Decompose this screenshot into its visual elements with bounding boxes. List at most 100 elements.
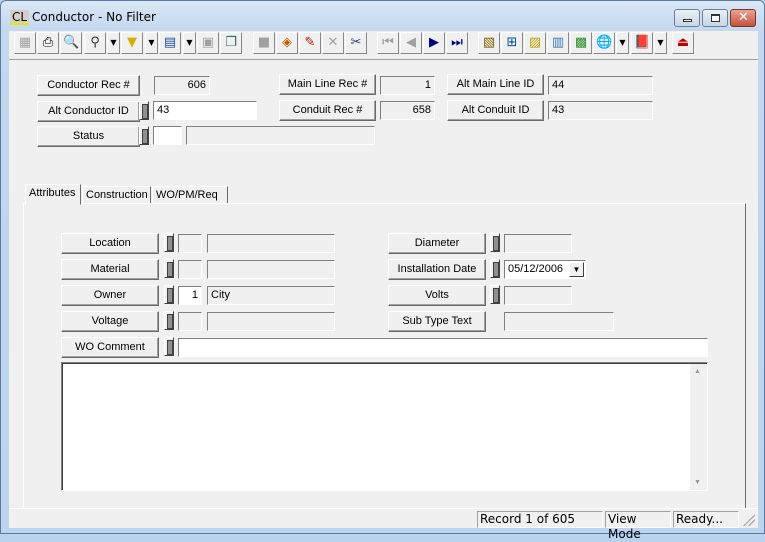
voltage-lock-handle[interactable]	[164, 311, 174, 330]
voltage-button[interactable]: Voltage	[61, 311, 159, 332]
chevron-down-icon: ▼	[619, 38, 626, 47]
previous-record-icon: ◀	[406, 35, 416, 50]
alt-conduit-id-button[interactable]: Alt Conduit ID	[447, 100, 544, 121]
wo-comment-input[interactable]	[178, 338, 708, 357]
client-area: ▦ ⎙ 🔍 ⚲ ▼ ▼ ▼ ▤ ▼ ▣ ❐ ■ ◈ ✎ ✕ ✂ ⏮ ◀ ▶ ⏭ ▧ ⊞ ▨ ▥ ▩ 🌐 ▼ 📕 ▼ ⏏ Conductor…	[9, 31, 758, 541]
material-lock-handle[interactable]	[164, 259, 174, 278]
copy-button[interactable]: ❐	[220, 32, 242, 54]
conductor-rec-button[interactable]: Conductor Rec #	[37, 75, 140, 96]
resize-grip-icon[interactable]	[743, 514, 755, 526]
add-button[interactable]: ◈	[276, 32, 298, 54]
main-line-rec-button[interactable]: Main Line Rec #	[279, 74, 376, 95]
volts-lock-handle[interactable]	[490, 285, 500, 304]
save-button[interactable]: ■	[253, 32, 275, 54]
last-button[interactable]: ⏭	[446, 32, 468, 54]
status-lock-handle[interactable]	[139, 126, 149, 145]
material-code[interactable]	[178, 260, 202, 279]
map-chart-button[interactable]: ▩	[570, 32, 592, 54]
alt-conductor-id-lock-handle[interactable]	[139, 101, 149, 120]
conduit-rec-button[interactable]: Conduit Rec #	[279, 100, 376, 121]
memo-vertical-scrollbar[interactable]: ▲ ▼	[690, 364, 707, 490]
calculator-button[interactable]: ▥	[547, 32, 569, 54]
close-icon: ✕	[738, 10, 749, 25]
conductor-window: CL Conductor - No Filter ✕ ▦ ⎙ 🔍 ⚲ ▼ ▼ ▼ ▤ ▼ ▣ ❐ ■ ◈…	[0, 0, 765, 541]
scissors-icon: ✂	[350, 35, 362, 50]
location-lock-handle[interactable]	[164, 233, 174, 252]
installation-date-button[interactable]: Installation Date	[388, 259, 486, 280]
diameter-lock-handle[interactable]	[490, 233, 500, 252]
tab-wo-pm-req[interactable]: WO/PM/Req	[152, 186, 228, 204]
print-preview-button[interactable]: 🔍	[60, 32, 82, 54]
status-code-input[interactable]	[153, 126, 182, 145]
status-mode: View Mode	[605, 511, 671, 541]
find-button[interactable]: ⚲	[84, 32, 106, 54]
alt-main-line-id-button[interactable]: Alt Main Line ID	[447, 74, 544, 95]
volts-button[interactable]: Volts	[388, 285, 486, 306]
edit-button[interactable]: ✎	[299, 32, 321, 54]
scroll-down-icon[interactable]: ▼	[694, 479, 701, 486]
material-description	[207, 260, 335, 279]
tab-construction[interactable]: Construction	[82, 186, 151, 204]
close-button[interactable]: ✕	[730, 9, 756, 27]
tab-attributes[interactable]: Attributes	[25, 184, 81, 205]
last-record-icon: ⏭	[451, 35, 463, 50]
wo-comment-lock-handle[interactable]	[164, 337, 174, 356]
material-button[interactable]: Material	[61, 259, 159, 280]
report-button[interactable]: ▤	[159, 32, 181, 54]
equipment-button[interactable]: ▨	[524, 32, 546, 54]
sub-type-text-button[interactable]: Sub Type Text	[388, 311, 486, 332]
related-records-button[interactable]: ▧	[478, 32, 500, 54]
chevron-down-icon: ▼	[148, 38, 155, 47]
owner-button[interactable]: Owner	[61, 285, 159, 306]
location-description	[207, 234, 335, 253]
help-book-dropdown-button[interactable]: ▼	[654, 32, 667, 54]
alt-conductor-id-button[interactable]: Alt Conductor ID	[37, 101, 140, 122]
installation-date-lock-handle[interactable]	[490, 259, 500, 278]
alt-conduit-id-value: 43	[548, 101, 653, 120]
report-dropdown-button[interactable]: ▼	[183, 32, 196, 54]
location-code[interactable]	[178, 234, 202, 253]
view-grid-button[interactable]: ▦	[14, 32, 36, 54]
first-button[interactable]: ⏮	[377, 32, 399, 54]
calculator-icon: ▥	[551, 35, 565, 50]
properties-button[interactable]: ▣	[197, 32, 219, 54]
status-record-count: Record 1 of 605	[477, 511, 603, 528]
wo-comment-button[interactable]: WO Comment	[61, 337, 159, 358]
delete-button[interactable]: ✕	[322, 32, 344, 54]
hierarchy-button[interactable]: ⊞	[501, 32, 523, 54]
magnifier-icon: 🔍	[63, 35, 80, 50]
find-dropdown-button[interactable]: ▼	[107, 32, 120, 54]
record-form: Conductor Rec # 606 Main Line Rec # 1 Al…	[9, 59, 758, 528]
location-button[interactable]: Location	[61, 233, 159, 254]
diameter-value[interactable]	[504, 234, 572, 253]
maximize-button[interactable]	[702, 9, 728, 27]
chevron-down-icon[interactable]: ▼	[569, 262, 584, 277]
minimize-button[interactable]	[674, 9, 700, 27]
volts-value[interactable]	[504, 286, 572, 305]
hierarchy-icon: ⊞	[506, 35, 518, 50]
filter-dropdown-button[interactable]: ▼	[145, 32, 158, 54]
voltage-description	[207, 312, 335, 331]
gis-dropdown-button[interactable]: ▼	[616, 32, 629, 54]
print-button[interactable]: ⎙	[37, 32, 59, 54]
copy-icon: ❐	[225, 35, 237, 50]
status-button[interactable]: Status	[37, 126, 140, 147]
first-record-icon: ⏮	[382, 35, 394, 50]
alt-conductor-id-input[interactable]: 43	[153, 101, 257, 120]
installation-date-picker[interactable]: 05/12/2006 ▼	[504, 260, 586, 279]
cut-button[interactable]: ✂	[345, 32, 367, 54]
title-bar[interactable]: CL Conductor - No Filter ✕	[1, 1, 764, 31]
status-bar: Record 1 of 605 View Mode Ready...	[9, 508, 758, 541]
filter-button[interactable]: ▼	[121, 32, 143, 54]
previous-button[interactable]: ◀	[400, 32, 422, 54]
owner-code-input[interactable]: 1	[178, 286, 202, 305]
diameter-button[interactable]: Diameter	[388, 233, 486, 254]
owner-lock-handle[interactable]	[164, 285, 174, 304]
scroll-up-icon[interactable]: ▲	[694, 368, 701, 375]
voltage-code[interactable]	[178, 312, 202, 331]
next-button[interactable]: ▶	[423, 32, 445, 54]
gis-button[interactable]: 🌐	[593, 32, 615, 54]
help-book-button[interactable]: 📕	[631, 32, 653, 54]
comment-memo-textarea[interactable]: ▲ ▼	[61, 362, 708, 491]
exit-button[interactable]: ⏏	[672, 32, 694, 54]
